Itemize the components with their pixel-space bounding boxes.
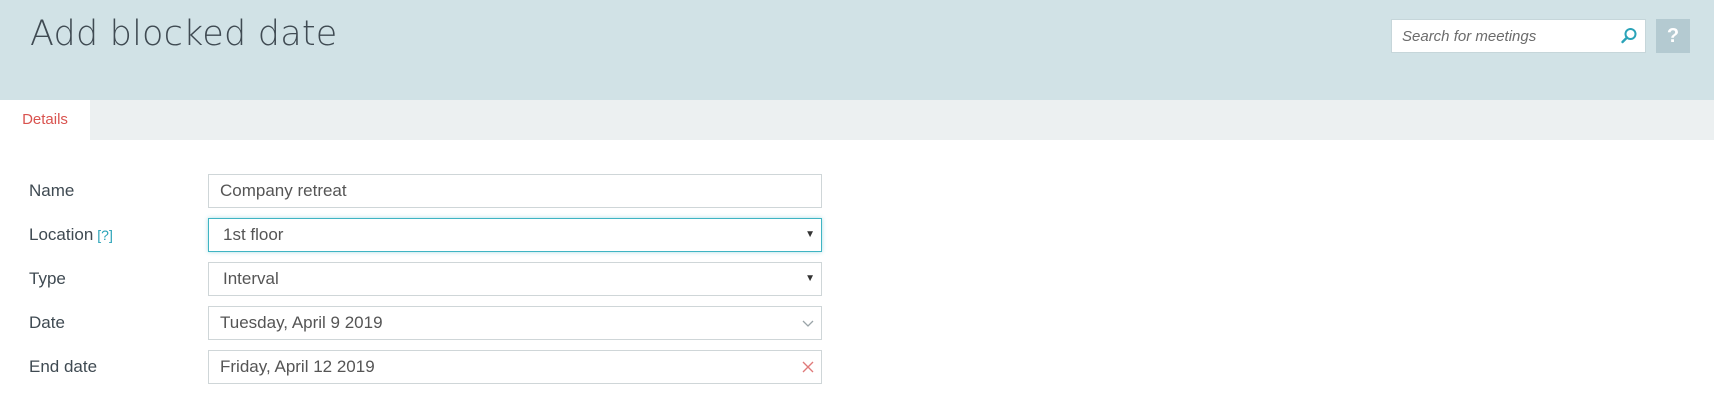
help-button[interactable]: ?	[1656, 19, 1690, 53]
type-value: Interval	[223, 269, 279, 288]
location-label-text: Location	[29, 225, 94, 244]
end-date-label: End date	[29, 357, 98, 376]
location-help-link[interactable]: [?]	[97, 227, 113, 243]
end-date-picker[interactable]: Friday, April 12 2019	[208, 350, 822, 384]
date-label: Date	[29, 313, 65, 332]
date-value: Tuesday, April 9 2019	[220, 313, 383, 332]
form-row-type: Type Interval ▼	[0, 262, 830, 296]
type-select[interactable]: Interval ▼	[208, 262, 822, 296]
location-label: Location [?]	[29, 218, 113, 252]
form-row-end-date: End date Friday, April 12 2019	[0, 350, 830, 384]
search-box	[1391, 19, 1646, 53]
search-icon[interactable]	[1619, 26, 1639, 46]
form-row-name: Name Company retreat	[0, 174, 830, 208]
tab-details[interactable]: Details	[0, 100, 90, 140]
name-label: Name	[29, 181, 75, 200]
tab-bar: Details	[0, 100, 1714, 140]
search-input[interactable]	[1392, 20, 1612, 52]
name-value: Company retreat	[220, 181, 347, 200]
form-row-location: Location [?] 1st floor ▼	[0, 218, 830, 252]
page-header: Add blocked date ?	[0, 0, 1714, 100]
name-field[interactable]: Company retreat	[208, 174, 822, 208]
caret-down-icon: ▼	[805, 229, 815, 240]
location-value: 1st floor	[223, 225, 284, 244]
end-date-value: Friday, April 12 2019	[220, 357, 375, 376]
caret-down-icon: ▼	[805, 273, 815, 284]
date-picker[interactable]: Tuesday, April 9 2019	[208, 306, 822, 340]
chevron-down-icon	[801, 316, 815, 330]
form-row-date: Date Tuesday, April 9 2019	[0, 306, 830, 340]
location-select[interactable]: 1st floor ▼	[208, 218, 822, 252]
clear-icon[interactable]	[801, 360, 815, 374]
type-label: Type	[29, 269, 66, 288]
page-title: Add blocked date	[30, 14, 338, 54]
